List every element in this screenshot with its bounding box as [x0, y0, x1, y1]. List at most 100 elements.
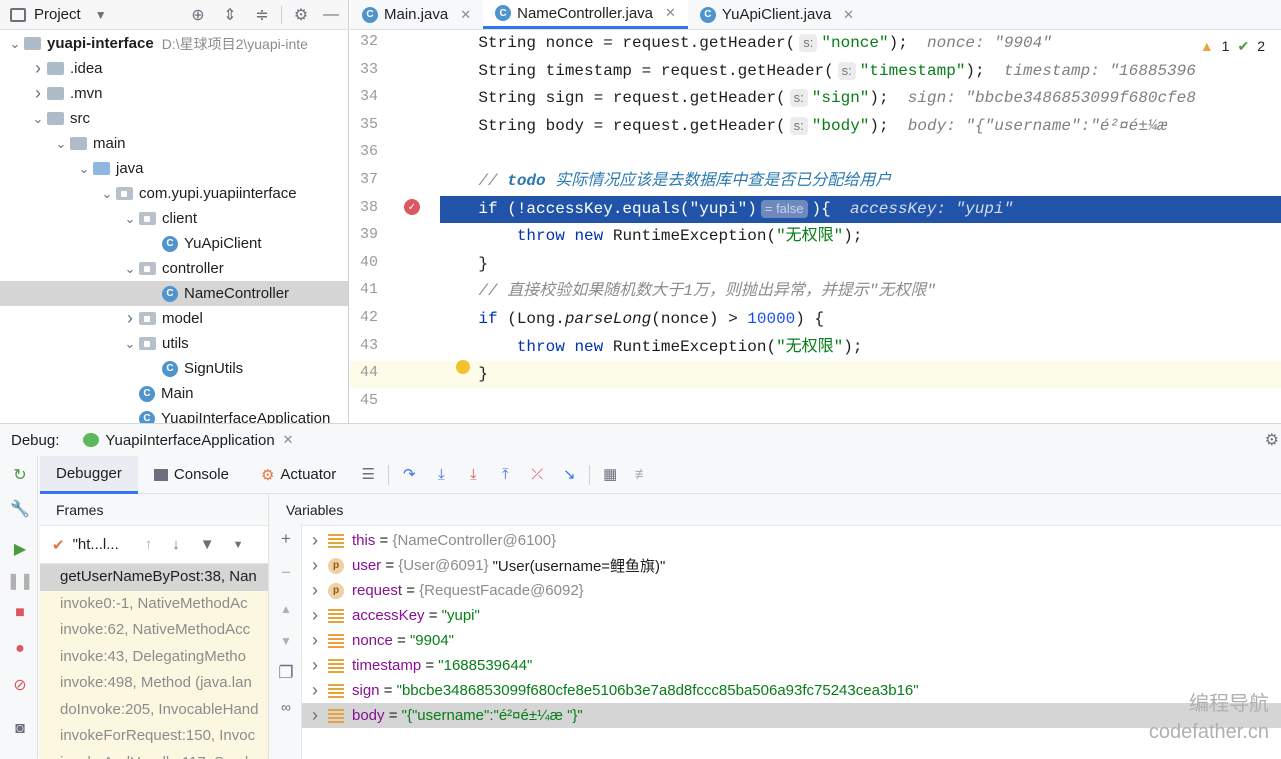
tree-item[interactable]: ⌄main [0, 131, 349, 156]
menu-icon[interactable]: ☰ [359, 466, 377, 484]
chevron-right-icon[interactable]: › [121, 308, 139, 329]
chevron-down-icon[interactable]: ⌄ [121, 211, 139, 227]
project-title[interactable]: Project [34, 6, 81, 23]
chevron-right-icon[interactable]: › [302, 555, 328, 576]
run-to-cursor-icon[interactable]: ↘ [560, 466, 578, 484]
tree-item[interactable]: CNameController [0, 281, 349, 306]
glasses-icon[interactable]: ∞ [275, 696, 297, 718]
tree-item[interactable]: ⌄utils [0, 331, 349, 356]
remove-watch-icon[interactable]: − [275, 562, 297, 584]
tab-debugger[interactable]: Debugger [40, 456, 138, 494]
tree-item[interactable]: ›.mvn [0, 81, 349, 106]
arrow-down-icon[interactable]: ↓ [172, 536, 180, 553]
editor-tab[interactable]: CNameController.java✕ [483, 0, 688, 29]
run-config-tab[interactable]: YuapiInterfaceApplication [105, 432, 274, 449]
tree-item[interactable]: ⌄java [0, 156, 349, 181]
variable-row[interactable]: ›puser = {User@6091}"User(username=鲤鱼旗)" [302, 553, 1281, 578]
stop-icon[interactable]: ■ [9, 602, 31, 624]
chevron-down-icon[interactable]: ⌄ [121, 336, 139, 352]
tree-item[interactable]: ›.idea [0, 56, 349, 81]
stack-frame[interactable]: invoke0:-1, NativeMethodAc [40, 591, 268, 618]
step-into-icon[interactable]: ⤓ [432, 466, 450, 484]
pause-icon[interactable]: ❚❚ [9, 570, 31, 592]
stack-frame[interactable]: invoke:498, Method (java.lan [40, 670, 268, 697]
close-icon[interactable]: ✕ [283, 432, 294, 448]
rerun-icon[interactable]: ↻ [9, 464, 31, 486]
variable-row[interactable]: ›prequest = {RequestFacade@6092} [302, 578, 1281, 603]
chevron-right-icon[interactable]: › [29, 58, 47, 79]
force-step-into-icon[interactable]: ⤓ [464, 466, 482, 484]
chevron-down-icon[interactable]: ⌄ [121, 261, 139, 277]
close-icon[interactable]: ✕ [843, 7, 854, 23]
locate-icon[interactable]: ⊕ [187, 4, 209, 26]
mute-breakpoints-icon[interactable]: ⊘ [9, 674, 31, 696]
tree-item[interactable]: CYuapiInterfaceApplication [0, 406, 349, 423]
arrow-up-icon[interactable]: ↑ [145, 536, 153, 553]
tab-actuator[interactable]: ⚙Actuator [245, 456, 352, 494]
variable-row[interactable]: ›accessKey = "yupi" [302, 603, 1281, 628]
close-icon[interactable]: ✕ [460, 7, 471, 23]
chevron-down-icon[interactable]: ▼ [233, 539, 244, 551]
view-breakpoints-icon[interactable]: ● [9, 638, 31, 660]
chevron-down-icon[interactable]: ⌄ [75, 161, 93, 177]
thread-selector[interactable]: ✔ "ht...l... ↑ ↓ ▼ ▼ [40, 526, 268, 564]
variable-row[interactable]: ›sign = "bbcbe3486853099f680cfe8e5106b3e… [302, 678, 1281, 703]
tree-item[interactable]: CSignUtils [0, 356, 349, 381]
tab-console[interactable]: Console [138, 456, 245, 494]
chevron-right-icon[interactable]: › [302, 705, 328, 726]
tree-item[interactable]: ⌄yuapi-interfaceD:\星球项目2\yuapi-inte [0, 31, 349, 56]
minimize-icon[interactable]: — [320, 4, 342, 26]
tree-item[interactable]: ⌄controller [0, 256, 349, 281]
code-area[interactable]: String nonce = request.getHeader(s:"nonc… [440, 30, 1281, 423]
inspection-widget[interactable]: ▲1 ✔2 [1200, 38, 1265, 55]
expand-all-icon[interactable]: ⇕ [219, 4, 241, 26]
editor-tab[interactable]: CMain.java✕ [350, 0, 483, 29]
tree-item[interactable]: CMain [0, 381, 349, 406]
close-icon[interactable]: ✕ [665, 5, 676, 21]
copy-icon[interactable]: ❐ [275, 662, 297, 684]
chevron-right-icon[interactable]: › [302, 580, 328, 601]
chevron-down-icon[interactable]: ▼ [95, 8, 107, 22]
variable-row[interactable]: ›timestamp = "1688539644" [302, 653, 1281, 678]
chevron-right-icon[interactable]: › [302, 655, 328, 676]
editor-tab[interactable]: CYuApiClient.java✕ [688, 0, 866, 29]
move-down-icon[interactable]: ▼ [275, 630, 297, 652]
step-over-icon[interactable]: ↷ [400, 466, 418, 484]
breakpoint-icon[interactable]: ✓ [404, 199, 420, 215]
stack-frame[interactable]: getUserNameByPost:38, Nan [40, 564, 268, 591]
filter-icon[interactable]: ▼ [200, 536, 215, 553]
variable-row[interactable]: ›this = {NameController@6100} [302, 528, 1281, 553]
camera-icon[interactable]: ◙ [9, 718, 31, 740]
chevron-right-icon[interactable]: › [302, 680, 328, 701]
add-watch-icon[interactable]: + [275, 528, 297, 550]
chevron-down-icon[interactable]: ⌄ [52, 136, 70, 152]
collapse-all-icon[interactable]: ≑ [251, 4, 273, 26]
chevron-down-icon[interactable]: ⌄ [6, 36, 24, 52]
tree-item[interactable]: ›model [0, 306, 349, 331]
tree-item[interactable]: ⌄com.yupi.yuapiinterface [0, 181, 349, 206]
stack-frame[interactable]: invoke:43, DelegatingMetho [40, 644, 268, 671]
drop-frame-icon[interactable]: ⤫ [528, 466, 546, 484]
tree-item[interactable]: ⌄src [0, 106, 349, 131]
resume-icon[interactable]: ▶ [9, 538, 31, 560]
evaluate-expression-icon[interactable]: ▦ [601, 466, 619, 484]
trace-icon[interactable]: ≢ [633, 466, 651, 484]
chevron-down-icon[interactable]: ⌄ [98, 186, 116, 202]
stack-frame[interactable]: invokeForRequest:150, Invoc [40, 723, 268, 750]
tree-item[interactable]: CYuApiClient [0, 231, 349, 256]
gear-icon[interactable]: ⚙ [1265, 430, 1279, 450]
gear-icon[interactable]: ⚙ [290, 4, 312, 26]
chevron-right-icon[interactable]: › [29, 83, 47, 104]
chevron-down-icon[interactable]: ⌄ [29, 111, 47, 127]
stack-frame[interactable]: doInvoke:205, InvocableHand [40, 697, 268, 724]
chevron-right-icon[interactable]: › [302, 630, 328, 651]
stack-frame[interactable]: invoke:62, NativeMethodAcc [40, 617, 268, 644]
variable-row[interactable]: ›nonce = "9904" [302, 628, 1281, 653]
lightbulb-icon[interactable] [456, 360, 470, 374]
wrench-icon[interactable]: 🔧 [9, 498, 31, 520]
move-up-icon[interactable]: ▲ [275, 598, 297, 620]
chevron-right-icon[interactable]: › [302, 605, 328, 626]
variable-row[interactable]: ›body = "{"username":"é²¤é±¼æ "}" [302, 703, 1281, 728]
chevron-right-icon[interactable]: › [302, 530, 328, 551]
tree-item[interactable]: ⌄client [0, 206, 349, 231]
